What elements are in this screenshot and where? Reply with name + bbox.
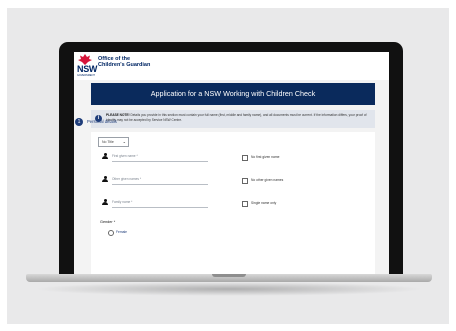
first-given-name-input[interactable]: First given name * (112, 152, 208, 162)
other-given-names-input[interactable]: Other given names * (112, 175, 208, 185)
notice-text: PLEASE NOTE! Details you provide in this… (106, 113, 367, 122)
section-title: Personal details (87, 119, 117, 124)
no-first-given-name-label: No first given name (251, 155, 280, 159)
no-other-given-names-checkbox[interactable] (242, 178, 248, 184)
laptop-shadow (34, 282, 424, 296)
single-name-only-label: Single name only (251, 201, 277, 205)
female-radio-label: Female (116, 230, 127, 234)
family-name-input[interactable]: Family name * (112, 198, 208, 208)
person-icon (102, 176, 108, 182)
nsw-logo-text: NSW (77, 64, 98, 74)
no-first-given-name-checkbox[interactable] (242, 155, 248, 161)
person-icon (102, 153, 108, 159)
person-icon (102, 199, 108, 205)
notice-box: i PLEASE NOTE! Details you provide in th… (91, 110, 375, 128)
gender-label: Gender * (100, 220, 116, 224)
laptop-notch (212, 274, 246, 277)
section-step-number: 1 (75, 118, 83, 126)
single-name-only-checkbox[interactable] (242, 201, 248, 207)
chevron-down-icon: ⌄ (122, 139, 126, 144)
laptop-screen: NSW GOVERNMENT Office of the Children's … (74, 52, 389, 274)
title-select-value: No Title (102, 140, 114, 144)
no-other-given-names-label: No other given names (251, 178, 284, 182)
org-name[interactable]: Office of the Children's Guardian (98, 56, 150, 68)
page-title: Application for a NSW Working with Child… (91, 83, 375, 105)
female-radio[interactable] (108, 230, 114, 236)
nsw-logo-subtext: GOVERNMENT (77, 74, 95, 77)
title-select[interactable]: No Title ⌄ (98, 137, 129, 147)
site-header: NSW GOVERNMENT Office of the Children's … (74, 52, 389, 81)
